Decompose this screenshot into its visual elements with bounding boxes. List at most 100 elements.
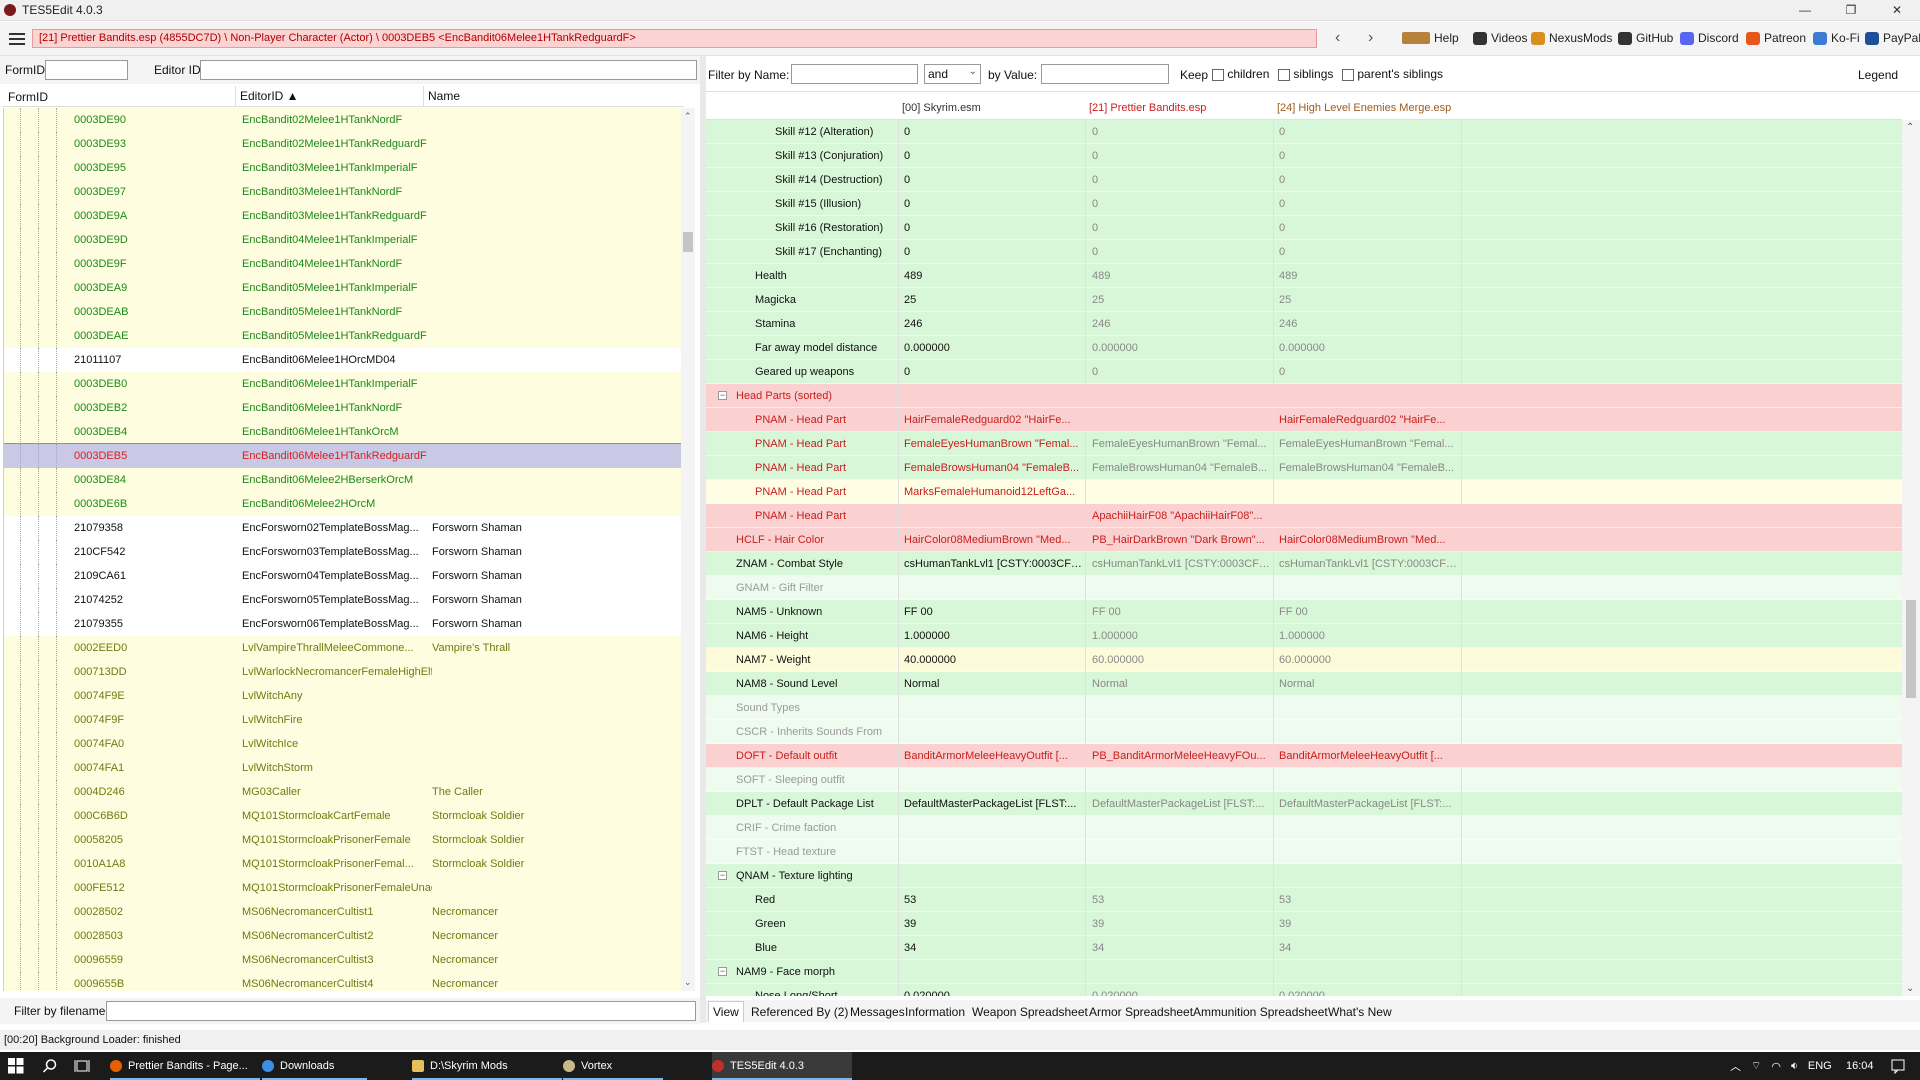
field-value[interactable]: 0.000000 <box>904 336 1084 360</box>
forward-button[interactable]: › <box>1368 29 1373 47</box>
chevron-up-icon[interactable]: ︿ <box>1730 1058 1741 1074</box>
record-field-row[interactable]: Magicka 25 25 25 <box>706 288 1902 312</box>
field-value[interactable]: FemaleEyesHumanBrown "Femal... <box>1092 432 1272 456</box>
toolbar-link-github[interactable]: GitHub <box>1618 31 1673 45</box>
toolbar-link-patreon[interactable]: Patreon <box>1746 31 1806 45</box>
field-value[interactable]: csHumanTankLvl1 [CSTY:0003CF5... <box>1092 552 1272 576</box>
field-value[interactable]: DefaultMasterPackageList [FLST:... <box>1279 792 1459 816</box>
field-value[interactable]: 40.000000 <box>904 648 1084 672</box>
table-row[interactable]: 00096559 MS06NecromancerCultist3 Necromanc… <box>4 948 681 972</box>
record-field-row[interactable]: − Head Parts (sorted) <box>706 384 1902 408</box>
table-row[interactable]: 000FE512 MQ101StormcloakPrisonerFemaleUna… <box>4 876 681 900</box>
column-prettier-bandits[interactable]: [21] Prettier Bandits.esp <box>1085 102 1206 114</box>
record-field-row[interactable]: Geared up weapons 0 0 0 <box>706 360 1902 384</box>
record-field-row[interactable]: Skill #16 (Restoration) 0 0 0 <box>706 216 1902 240</box>
table-row[interactable]: 21074252 EncForsworn05TemplateBossMag... F… <box>4 588 681 612</box>
tab-information[interactable]: Information <box>905 1005 965 1019</box>
table-row[interactable]: 0003DEB5 EncBandit06Melee1HTankRedguardF <box>4 443 681 469</box>
field-value[interactable]: Normal <box>1092 672 1272 696</box>
collapse-toggle-icon[interactable]: − <box>718 967 727 976</box>
table-row[interactable]: 0004D246 MG03Caller The Caller <box>4 780 681 804</box>
record-field-row[interactable]: PNAM - Head Part ApachiiHairF08 "ApachiiH… <box>706 504 1902 528</box>
toolbar-link-videos[interactable]: Videos <box>1473 31 1527 45</box>
table-row[interactable]: 0010A1A8 MQ101StormcloakPrisonerFemal... S… <box>4 852 681 876</box>
field-value[interactable]: 0.020000 <box>1092 984 1272 996</box>
table-row[interactable]: 2109CA61 EncForsworn04TemplateBossMag... F… <box>4 564 681 588</box>
taskbar-item[interactable]: D:\Skyrim Mods <box>412 1052 562 1080</box>
toolbar-link-nexusmods[interactable]: NexusMods <box>1531 31 1612 45</box>
field-value[interactable]: 0 <box>1092 168 1272 192</box>
tab-armor-spreadsheet[interactable]: Armor Spreadsheet <box>1089 1005 1193 1019</box>
toolbar-link-ko-fi[interactable]: Ko-Fi <box>1813 31 1860 45</box>
field-value[interactable]: 0 <box>1092 240 1272 264</box>
record-field-row[interactable]: NAM5 - Unknown FF 00 FF 00 FF 00 <box>706 600 1902 624</box>
field-value[interactable]: 0 <box>904 216 1084 240</box>
table-row[interactable]: 210CF542 EncForsworn03TemplateBossMag... F… <box>4 540 681 564</box>
wifi-icon[interactable]: ◠ <box>1771 1060 1781 1073</box>
table-row[interactable]: 21079358 EncForsworn02TemplateBossMag... F… <box>4 516 681 540</box>
table-row[interactable]: 0003DEAE EncBandit05Melee1HTankRedguardF <box>4 324 681 348</box>
field-value[interactable]: MarksFemaleHumanoid12LeftGa... <box>904 480 1084 504</box>
field-value[interactable]: FemaleEyesHumanBrown "Femal... <box>904 432 1084 456</box>
field-value[interactable]: PB_HairDarkBrown "Dark Brown"... <box>1092 528 1272 552</box>
record-field-row[interactable]: PNAM - Head Part MarksFemaleHumanoid12Lef… <box>706 480 1902 504</box>
record-field-row[interactable]: Blue 34 34 34 <box>706 936 1902 960</box>
notifications-icon[interactable] <box>1890 1052 1906 1080</box>
record-field-row[interactable]: ZNAM - Combat Style csHumanTankLvl1 [CSTY… <box>706 552 1902 576</box>
close-button[interactable]: ✕ <box>1874 0 1920 21</box>
field-value[interactable]: FemaleBrowsHuman04 "FemaleB... <box>904 456 1084 480</box>
taskbar-item[interactable]: TES5Edit 4.0.3 <box>712 1052 852 1080</box>
legend-button[interactable]: Legend <box>1858 68 1898 82</box>
collapse-toggle-icon[interactable]: − <box>718 391 727 400</box>
table-row[interactable]: 0003DE9D EncBandit04Melee1HTankImperialF <box>4 228 681 252</box>
table-row[interactable]: 0003DE95 EncBandit03Melee1HTankImperialF <box>4 156 681 180</box>
field-value[interactable]: 1.000000 <box>904 624 1084 648</box>
record-field-row[interactable]: Skill #15 (Illusion) 0 0 0 <box>706 192 1902 216</box>
table-row[interactable]: 0003DE90 EncBandit02Melee1HTankNordF <box>4 108 681 132</box>
taskbar-item[interactable]: Prettier Bandits - Page... <box>110 1052 260 1080</box>
record-field-row[interactable]: Stamina 246 246 246 <box>706 312 1902 336</box>
logic-select[interactable]: and ⌄ <box>924 64 981 84</box>
field-value[interactable]: csHumanTankLvl1 [CSTY:0003CF5... <box>1279 552 1459 576</box>
field-value[interactable]: 246 <box>904 312 1084 336</box>
tab-weapon-spreadsheet[interactable]: Weapon Spreadsheet <box>972 1005 1088 1019</box>
record-list-scrollbar[interactable]: ⌃ ⌄ <box>681 108 695 991</box>
field-value[interactable]: 0 <box>1279 240 1459 264</box>
record-field-row[interactable]: PNAM - Head Part FemaleBrowsHuman04 "Fema… <box>706 456 1902 480</box>
scroll-up-icon[interactable]: ⌃ <box>684 111 692 122</box>
field-value[interactable]: 246 <box>1279 312 1459 336</box>
back-button[interactable]: ‹ <box>1335 29 1340 47</box>
column-high-level-enemies[interactable]: [24] High Level Enemies Merge.esp <box>1273 102 1451 114</box>
table-row[interactable]: 0002EED0 LvlVampireThrallMeleeCommone... V… <box>4 636 681 660</box>
field-value[interactable]: 0 <box>1092 360 1272 384</box>
record-field-row[interactable]: Red 53 53 53 <box>706 888 1902 912</box>
taskbar-item[interactable]: Vortex <box>563 1052 663 1080</box>
field-value[interactable]: 0 <box>1279 120 1459 144</box>
table-row[interactable]: 0003DE97 EncBandit03Melee1HTankNordF <box>4 180 681 204</box>
field-value[interactable]: 489 <box>1092 264 1272 288</box>
field-value[interactable]: 25 <box>1279 288 1459 312</box>
table-row[interactable]: 0003DEAB EncBandit05Melee1HTankNordF <box>4 300 681 324</box>
tab-ammunition-spreadsheet[interactable]: Ammunition Spreadsheet <box>1193 1005 1328 1019</box>
record-field-row[interactable]: Skill #17 (Enchanting) 0 0 0 <box>706 240 1902 264</box>
field-value[interactable]: 1.000000 <box>1279 624 1459 648</box>
table-row[interactable]: 0003DEB4 EncBandit06Melee1HTankOrcM <box>4 420 681 444</box>
field-value[interactable]: 0 <box>904 360 1084 384</box>
field-value[interactable]: 0.020000 <box>1279 984 1459 996</box>
record-field-row[interactable]: GNAM - Gift Filter <box>706 576 1902 600</box>
table-row[interactable]: 00028503 MS06NecromancerCultist2 Necromanc… <box>4 924 681 948</box>
volume-icon[interactable]: 🔉︎ <box>1791 1060 1798 1073</box>
field-value[interactable]: FemaleBrowsHuman04 "FemaleB... <box>1092 456 1272 480</box>
record-field-row[interactable]: FTST - Head texture <box>706 840 1902 864</box>
minimize-button[interactable]: — <box>1782 0 1828 21</box>
field-value[interactable]: 0 <box>1279 192 1459 216</box>
field-value[interactable]: PB_BanditArmorMeleeHeavyFOu... <box>1092 744 1272 768</box>
field-value[interactable]: 0 <box>1092 216 1272 240</box>
toolbar-link-help[interactable]: Help <box>1402 31 1459 45</box>
table-row[interactable]: 00074FA0 LvlWitchIce <box>4 732 681 756</box>
table-row[interactable]: 0009655B MS06NecromancerCultist4 Necromanc… <box>4 972 681 991</box>
field-value[interactable]: ApachiiHairF08 "ApachiiHairF08"... <box>1092 504 1272 528</box>
scroll-up-icon[interactable]: ⌃ <box>1906 122 1914 133</box>
field-value[interactable]: 0 <box>904 120 1084 144</box>
table-row[interactable]: 21079355 EncForsworn06TemplateBossMag... F… <box>4 612 681 636</box>
